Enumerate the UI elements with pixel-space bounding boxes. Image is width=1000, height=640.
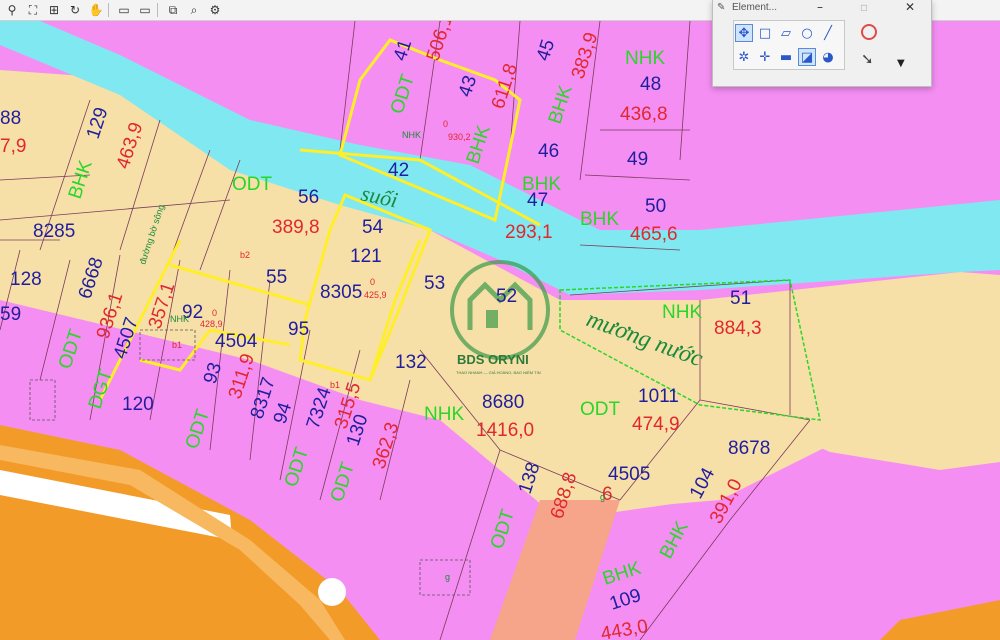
rectangle-icon[interactable]: □: [756, 24, 774, 42]
panel-title: Element...: [732, 1, 778, 13]
zoom-extents-icon[interactable]: ⛶: [24, 2, 42, 18]
land-use-code-g51: NHK: [662, 302, 702, 323]
parcel-number-p95: 95: [288, 319, 309, 340]
small-label-s10: b1: [330, 380, 340, 390]
tool-row-2: ✲ ✛ ▬ ◪ ◕: [735, 48, 837, 66]
parcel-number-p1011: 1011: [638, 386, 679, 407]
parcel-number-p8680: 8680: [482, 392, 524, 413]
no-entry-icon[interactable]: [861, 24, 877, 40]
land-use-code-g47: BHK: [522, 174, 561, 195]
parcel-number-p88: 88: [0, 108, 21, 129]
parcel-number-p8305: 8305: [320, 282, 362, 303]
cadastral-map[interactable]: BDS ORYNI THAO NHANH — GIÁ HOÀNG, BAO NI…: [0, 21, 1000, 640]
small-label-s6: NHK: [170, 314, 189, 324]
view-previous-icon[interactable]: ▭: [115, 2, 133, 18]
minimize-button[interactable]: –: [809, 0, 831, 14]
parcel-number-p55: 55: [266, 267, 287, 288]
parcel-number-p52: 52: [496, 286, 517, 307]
small-label-s4: 0: [370, 277, 375, 287]
small-label-s7: 0: [212, 308, 217, 318]
small-label-s8: 428,9: [200, 319, 223, 329]
fill-icon[interactable]: ◪: [798, 48, 816, 66]
land-use-code-g1011: ODT: [580, 399, 621, 420]
select-zoom-icon[interactable]: ⌕: [185, 2, 203, 18]
parcel-number-p4505: 4505: [608, 464, 650, 485]
chevron-down-icon[interactable]: ▼: [897, 58, 905, 69]
parcel-area-a56: 389,8: [272, 217, 320, 238]
parcel-area-a8680: 1416,0: [476, 420, 534, 441]
parcel-number-p54: 54: [362, 217, 384, 238]
cross-icon[interactable]: ✛: [756, 48, 774, 66]
road-roundabout: [318, 578, 346, 606]
toolbar-separator: [157, 3, 158, 17]
move-tool-icon[interactable]: ✥: [735, 24, 753, 42]
update-view-icon[interactable]: ⚙: [206, 2, 224, 18]
small-label-s1: NHK: [402, 130, 421, 140]
land-use-code-g56: ODT: [232, 174, 273, 195]
small-label-s12: g: [445, 572, 450, 582]
pointer-select-icon[interactable]: ➘: [861, 50, 874, 68]
parallelogram-icon[interactable]: ▱: [777, 24, 795, 42]
map-canvas[interactable]: BDS ORYNI THAO NHANH — GIÁ HOÀNG, BAO NI…: [0, 21, 1000, 640]
parcel-number-p53: 53: [424, 273, 445, 294]
line-icon[interactable]: ╱: [819, 24, 837, 42]
sparkle-icon[interactable]: ✲: [735, 48, 753, 66]
small-label-s9: b1: [172, 340, 182, 350]
bar-icon[interactable]: ▬: [777, 48, 795, 66]
parcel-number-p49: 49: [627, 149, 648, 170]
view-next-icon[interactable]: ▭: [136, 2, 154, 18]
small-label-s5: 425,9: [364, 290, 387, 300]
watermark-tagline: THAO NHANH — GIÁ HOÀNG, BAO NIỀM TIN: [456, 370, 541, 375]
watermark-brand: BDS ORYNI: [457, 352, 529, 367]
parcel-number-p132: 132: [395, 352, 427, 373]
parcel-number-p42: 42: [388, 160, 409, 181]
tool-row-1: ✥ □ ▱ ○ ╱: [735, 24, 837, 42]
land-use-code-g48: NHK: [625, 48, 665, 69]
pan-hand-icon[interactable]: ✋: [87, 2, 105, 18]
close-button[interactable]: ✕: [899, 0, 921, 14]
panel-title-bar: ✎ Element...: [717, 0, 777, 14]
parcel-number-p50: 50: [645, 196, 666, 217]
parcel-number-p120: 120: [122, 394, 154, 415]
maximize-button[interactable]: ▫: [853, 0, 875, 14]
parcel-area-a88: 7,9: [0, 136, 26, 157]
parcel-area-a1011: 474,9: [632, 414, 680, 435]
parcel-number-p59: 59: [0, 304, 21, 325]
land-use-code-g8680: NHK: [424, 404, 464, 425]
refresh-icon[interactable]: ↻: [66, 2, 84, 18]
globe-icon[interactable]: ◕: [819, 48, 837, 66]
small-label-s3: 930,2: [448, 132, 471, 142]
parcel-number-p51: 51: [730, 288, 751, 309]
parcel-area-a50: 465,6: [630, 224, 678, 245]
parcel-area-a51: 884,3: [714, 318, 762, 339]
zoom-window-icon[interactable]: ⊞: [45, 2, 63, 18]
parcel-number-p48: 48: [640, 74, 661, 95]
small-label-s2: 0: [443, 119, 448, 129]
fit-view-icon[interactable]: ⧉: [164, 2, 182, 18]
land-use-code-g50: BHK: [580, 209, 619, 230]
parcel-area-a48: 436,8: [620, 104, 668, 125]
parcel-area-a47: 293,1: [505, 222, 553, 243]
toolbar-separator: [108, 3, 109, 17]
zoom-out-icon[interactable]: ⚲: [3, 2, 21, 18]
parcel-number-p128: 128: [10, 269, 42, 290]
parcel-number-p56: 56: [298, 187, 319, 208]
small-label-s11: g: [600, 492, 605, 502]
parcel-number-p121: 121: [350, 246, 382, 267]
element-toolbox-panel: ✎ Element... – ▫ ✕ ✥ □ ▱ ○ ╱ ✲ ✛ ▬ ◪ ◕ ➘ ▼: [712, 0, 932, 87]
small-label-s14: b2: [240, 250, 250, 260]
parcel-number-p8285: 8285: [33, 221, 75, 242]
parcel-number-p8678: 8678: [728, 438, 770, 459]
pencil-icon: ✎: [717, 1, 726, 13]
parcel-number-p46: 46: [538, 141, 559, 162]
parcel-number-p4504: 4504: [215, 331, 258, 352]
circle-icon[interactable]: ○: [798, 24, 816, 42]
